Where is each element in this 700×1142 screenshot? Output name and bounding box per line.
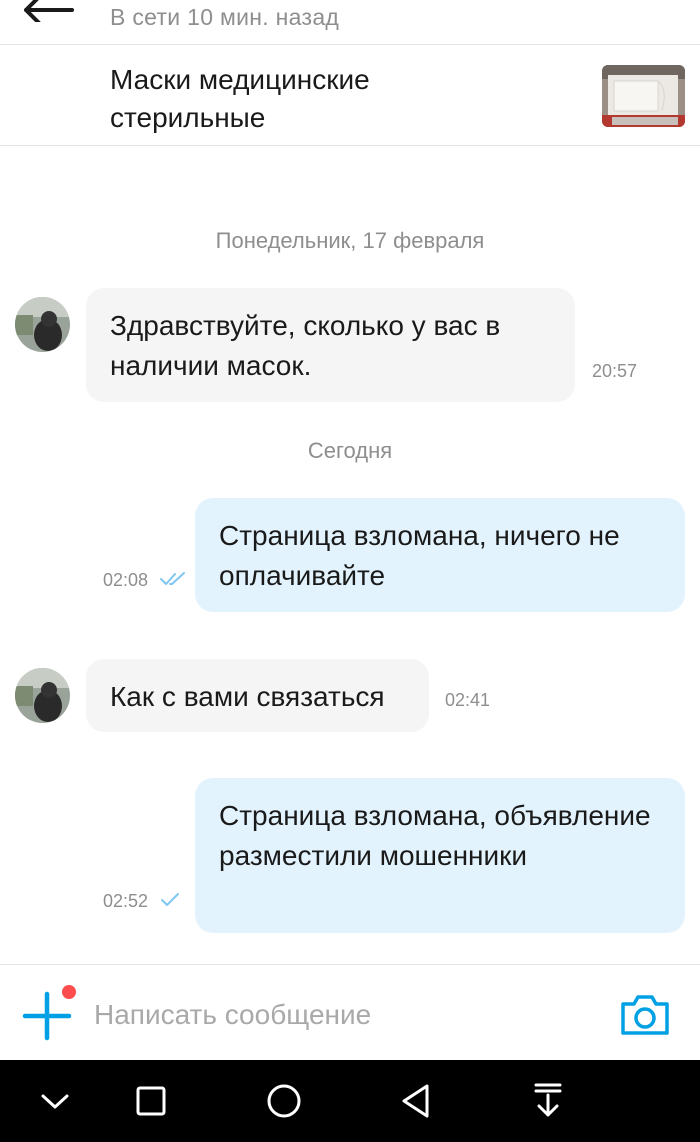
- notification-pull-icon[interactable]: [528, 1081, 568, 1121]
- plus-icon[interactable]: [22, 991, 72, 1041]
- listing-card[interactable]: Маски медицинские стерильные: [0, 45, 700, 146]
- listing-title: Маски медицинские стерильные: [110, 64, 370, 133]
- avatar[interactable]: [15, 297, 70, 352]
- message-time: 02:08: [103, 570, 149, 590]
- listing-thumbnail: [602, 65, 685, 127]
- chat-header: В сети 10 мин. назад: [0, 0, 700, 45]
- recents-icon[interactable]: [131, 1081, 171, 1121]
- notification-dot: [62, 985, 76, 999]
- date-separator: Сегодня: [307, 438, 393, 463]
- message-time: 02:41: [445, 690, 491, 710]
- camera-icon[interactable]: [620, 995, 670, 1035]
- double-check-icon: [160, 572, 185, 585]
- message-time: 02:52: [103, 891, 149, 911]
- check-icon: [161, 893, 179, 906]
- message-bubble-outgoing[interactable]: Страница взломана, ничего не оплачивайте: [195, 498, 685, 612]
- date-separator: Понедельник, 17 февраля: [215, 228, 485, 253]
- online-status: В сети 10 мин. назад: [110, 4, 340, 30]
- message-text: Здравствуйте, сколько у вас в наличии ма…: [110, 310, 501, 381]
- avatar[interactable]: [15, 668, 70, 723]
- chevron-down-icon[interactable]: [35, 1081, 75, 1121]
- message-bubble-incoming[interactable]: Здравствуйте, сколько у вас в наличии ма…: [86, 288, 575, 402]
- system-navigation-bar: [0, 1060, 700, 1142]
- message-bubble-outgoing[interactable]: Страница взломана, объявление разместили…: [195, 778, 685, 933]
- message-text: Страница взломана, ничего не оплачивайте: [219, 520, 620, 591]
- message-bubble-incoming[interactable]: Как с вами связаться: [86, 659, 429, 732]
- message-time: 20:57: [592, 361, 638, 381]
- message-composer: [0, 964, 700, 1061]
- back-icon[interactable]: [396, 1081, 436, 1121]
- back-arrow-icon[interactable]: [22, 0, 82, 22]
- home-icon[interactable]: [264, 1081, 304, 1121]
- message-text: Как с вами связаться: [110, 681, 385, 712]
- message-input[interactable]: [94, 993, 574, 1037]
- message-text: Страница взломана, объявление разместили…: [219, 800, 651, 871]
